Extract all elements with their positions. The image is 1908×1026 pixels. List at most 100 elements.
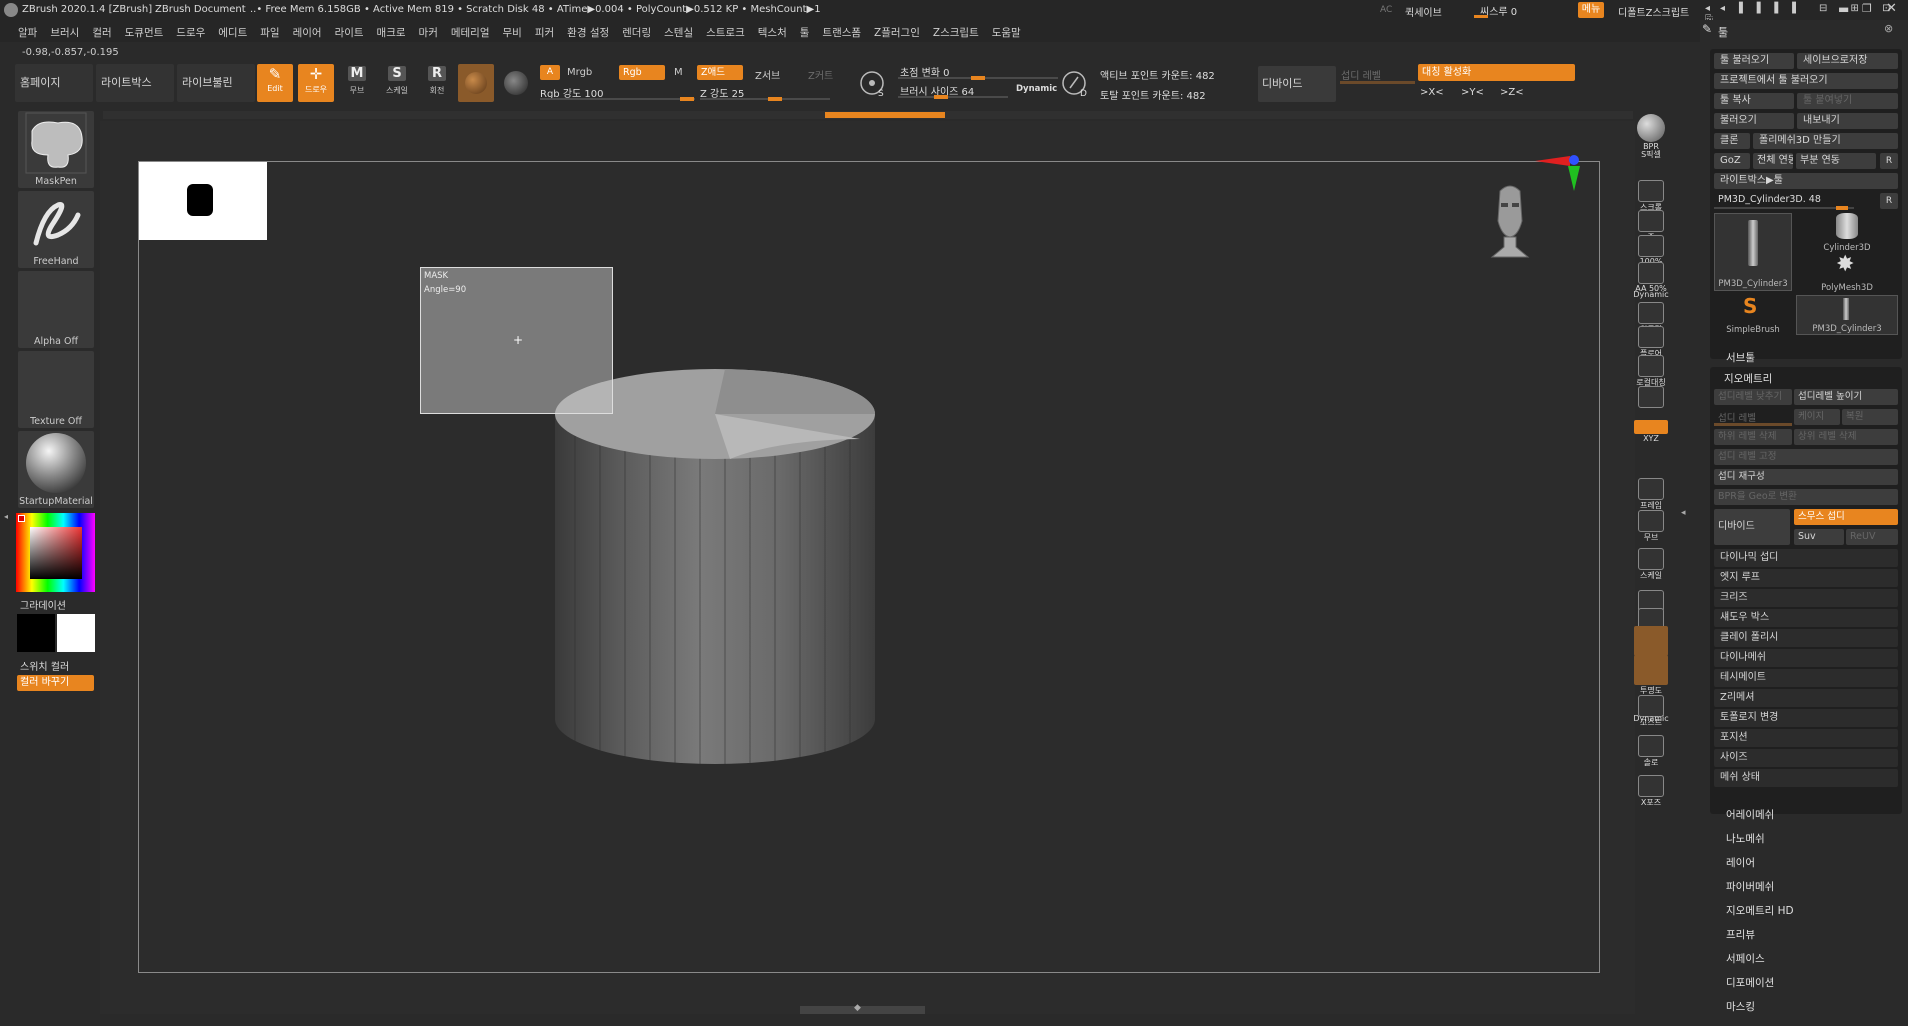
geometry-item[interactable]: 크리즈 xyxy=(1714,589,1898,607)
tool-section[interactable]: 디포메이션 xyxy=(1726,975,1774,990)
thumb-polymesh3d[interactable]: ✸ PolyMesh3D xyxy=(1796,253,1898,294)
shelf-button[interactable]: Dynamic xyxy=(1632,714,1670,723)
tool-section[interactable]: 마스킹 xyxy=(1726,999,1755,1014)
move-button[interactable]: M 무브 xyxy=(342,66,372,102)
switch-color-button[interactable]: 스위치 컬러 xyxy=(20,658,69,673)
draw-size-slider[interactable]: 브러시 사이즈 64 Dynamic xyxy=(898,82,1058,100)
texture-slot[interactable]: Texture Off xyxy=(18,351,94,428)
color-picker[interactable] xyxy=(16,513,95,592)
scale-button[interactable]: S 스케일 xyxy=(382,66,412,102)
smooth-subdiv-button[interactable]: 스무스 섭디 xyxy=(1794,509,1898,525)
sym-z-button[interactable]: >Z< xyxy=(1500,87,1524,98)
quicksave-button[interactable]: 퀵세이브 xyxy=(1405,4,1442,19)
menu-item[interactable]: 스트로크 xyxy=(706,25,745,40)
focal-shift-slider[interactable]: 초점 변화 0 xyxy=(898,63,1058,81)
collapse-right-icon[interactable]: ◂ xyxy=(1681,508,1686,518)
export-button[interactable]: 내보내기 xyxy=(1797,113,1898,129)
dynamic-toggle[interactable]: Dynamic xyxy=(1016,84,1057,94)
menu-item[interactable]: 매크로 xyxy=(377,25,406,40)
clone-button[interactable]: 클론 xyxy=(1714,133,1750,149)
freeze-subdiv-button[interactable]: 섭디 레벨 고정 xyxy=(1714,449,1898,465)
shelf-button[interactable]: AA 50% xyxy=(1632,262,1670,293)
copy-tool-button[interactable]: 툴 복사 xyxy=(1714,93,1794,109)
shelf-button[interactable]: 고스트 xyxy=(1632,695,1670,728)
del-lower-button[interactable]: 하위 레벨 삭제 xyxy=(1714,429,1792,445)
geometry-item[interactable]: 메쉬 상태 xyxy=(1714,769,1898,787)
panel-close-icon[interactable]: ⊗ xyxy=(1884,22,1893,35)
menu-item[interactable]: 알파 xyxy=(18,25,37,40)
geometry-item[interactable]: 토폴로지 변경 xyxy=(1714,709,1898,727)
menu-item[interactable]: 메테리얼 xyxy=(451,25,490,40)
shelf-button[interactable]: 무브 xyxy=(1632,510,1670,543)
paste-tool-button[interactable]: 툴 붙여넣기 xyxy=(1797,93,1898,109)
menu-item[interactable]: 렌더링 xyxy=(622,25,651,40)
reconstruct-subdiv-button[interactable]: 섭디 재구성 xyxy=(1714,469,1898,485)
lightbox-button[interactable]: 라이트박스 xyxy=(96,64,174,102)
import-button[interactable]: 불러오기 xyxy=(1714,113,1794,129)
tool-section[interactable]: 레이어 xyxy=(1726,855,1755,870)
tool-section[interactable]: 지오메트리 HD xyxy=(1726,903,1794,918)
goz-visible-button[interactable]: 부분 연동 xyxy=(1796,153,1876,169)
color-picker-square[interactable] xyxy=(30,527,82,579)
menu-item[interactable]: 도움말 xyxy=(992,25,1021,40)
tool-section[interactable]: 파이버메쉬 xyxy=(1726,879,1774,894)
goz-r-button[interactable]: R xyxy=(1880,153,1898,169)
higher-subdiv-button[interactable]: 섭디레벨 높이기 xyxy=(1794,389,1898,405)
brush-maskpen[interactable]: MaskPen xyxy=(18,111,94,188)
geometry-item[interactable]: 엣지 루프 xyxy=(1714,569,1898,587)
shelf-button[interactable]: X포즈 xyxy=(1632,775,1670,808)
draw-button[interactable]: ✛ 드로우 xyxy=(298,64,334,102)
load-from-project-button[interactable]: 프로젝트에서 툴 불러오기 xyxy=(1714,73,1898,89)
shelf-button[interactable]: 스크롤 xyxy=(1632,180,1670,213)
thumb-simplebrush[interactable]: S SimpleBrush xyxy=(1714,295,1792,335)
menu-item[interactable]: Z스크립트 xyxy=(933,25,979,40)
menu-item[interactable]: 텍스처 xyxy=(758,25,787,40)
thumb-cylinder3d[interactable]: Cylinder3D xyxy=(1796,213,1898,253)
menu-item[interactable]: 마커 xyxy=(419,25,438,40)
menu-item[interactable]: 파일 xyxy=(260,25,279,40)
tool-r-button[interactable]: R xyxy=(1880,193,1898,209)
material-sphere-button[interactable] xyxy=(458,64,494,102)
sym-y-button[interactable]: >Y< xyxy=(1461,87,1484,98)
shelf-button[interactable]: 솔로 xyxy=(1632,735,1670,768)
bottom-scrollbar[interactable] xyxy=(800,1006,925,1014)
shelf-button[interactable]: 로컬대칭 xyxy=(1632,355,1670,388)
lower-subdiv-button[interactable]: 섭디레벨 낮추기 xyxy=(1714,389,1792,405)
bpr-to-geo-button[interactable]: BPR을 Geo로 변환 xyxy=(1714,489,1898,505)
expand-bottom-icon[interactable]: ◆ xyxy=(854,1003,861,1013)
material-slot[interactable]: StartupMaterial xyxy=(18,431,94,508)
menu-item[interactable]: 브러시 xyxy=(50,25,79,40)
thumb-pm3d-cylinder-1[interactable]: PM3D_Cylinder3 xyxy=(1714,213,1792,291)
default-zscript-button[interactable]: 디폴트Z스크립트 xyxy=(1618,4,1689,19)
collapse-left-icon[interactable]: ◂ xyxy=(4,512,12,524)
sdiv-slider[interactable]: 섭디 레벨 xyxy=(1714,409,1792,426)
shelf-button[interactable]: 스케일 xyxy=(1632,548,1670,581)
geometry-item[interactable]: 다이나메쉬 xyxy=(1714,649,1898,667)
minimize-icon[interactable]: ▬ xyxy=(1838,2,1849,16)
see-through-slider[interactable]: 씨스루 0 xyxy=(1474,2,1570,18)
shelf-button[interactable]: 프레임 xyxy=(1632,478,1670,511)
menu-item[interactable]: 라이트 xyxy=(335,25,364,40)
canvas-area[interactable]: MASK Angle=90 + ◆ xyxy=(100,121,1635,1014)
menu-item[interactable]: 컬러 xyxy=(92,25,111,40)
menu-item[interactable]: 툴 xyxy=(800,25,810,40)
geometry-item[interactable]: 테시메이트 xyxy=(1714,669,1898,687)
menu-item[interactable]: 환경 설정 xyxy=(567,25,609,40)
load-tool-button[interactable]: 툴 불러오기 xyxy=(1714,53,1794,69)
m-button[interactable]: M xyxy=(674,67,683,78)
menu-toggle-button[interactable]: 메뉴 xyxy=(1578,2,1604,18)
menu-item[interactable]: 무비 xyxy=(503,25,522,40)
z-intensity-slider[interactable]: Z 강도 25 xyxy=(700,83,830,101)
navigation-head-icon[interactable] xyxy=(1490,181,1530,271)
geometry-item[interactable]: 사이즈 xyxy=(1714,749,1898,767)
tool-section[interactable]: 나노메쉬 xyxy=(1726,831,1765,846)
tool-panel-pin-icon[interactable]: ✎ xyxy=(1702,22,1712,36)
divide-button[interactable]: 디바이드 xyxy=(1258,66,1336,102)
sym-x-button[interactable]: >X< xyxy=(1420,87,1444,98)
geometry-item[interactable]: 포지션 xyxy=(1714,729,1898,747)
make-polymesh-button[interactable]: 폴리메쉬3D 만들기 xyxy=(1753,133,1898,149)
edit-button[interactable]: ✎ Edit xyxy=(257,64,293,102)
tool-section[interactable]: 어레이메쉬 xyxy=(1726,807,1774,822)
reuv-button[interactable]: ReUV xyxy=(1846,529,1898,545)
navigation-thumbnail[interactable] xyxy=(139,162,267,240)
